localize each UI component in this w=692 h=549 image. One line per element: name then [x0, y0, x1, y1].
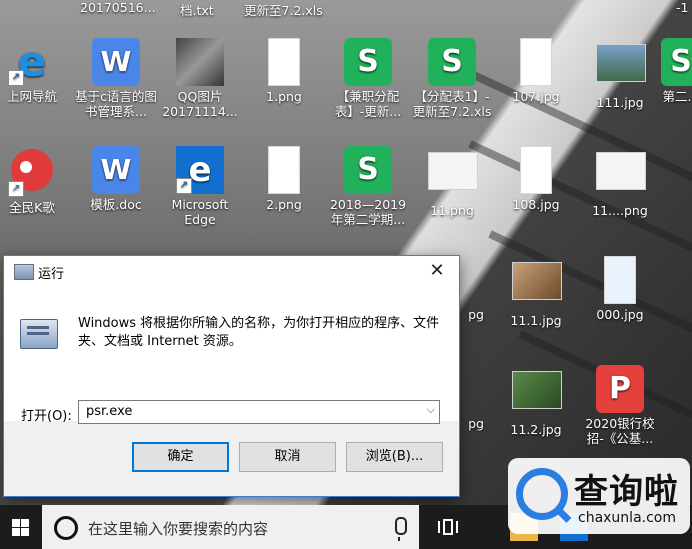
png-thumb-icon [596, 152, 646, 200]
dialog-title: 运行 [38, 267, 65, 282]
watermark-en-text: chaxunla.com [578, 510, 676, 526]
desktop-icon-sheet[interactable]: S 【分配表1】-更新至7.2.xls [409, 38, 495, 119]
search-placeholder: 在这里输入你要搜索的内容 [88, 520, 269, 538]
shortcut-arrow-icon: ↗ [8, 181, 24, 197]
wps-writer-icon: W [92, 38, 140, 86]
desktop-icon-label: 1.png [266, 89, 302, 104]
desktop-icon-ie[interactable]: e ↗ 上网导航 [0, 38, 75, 105]
magnifier-icon [516, 468, 568, 520]
ok-button[interactable]: 确定 [132, 442, 229, 472]
start-button[interactable] [0, 505, 42, 549]
dialog-body: Windows 将根据你所输入的名称，为你打开相应的程序、文件夹、文档或 Int… [4, 286, 459, 424]
dialog-description: Windows 将根据你所输入的名称，为你打开相应的程序、文件夹、文档或 Int… [78, 316, 440, 349]
desktop-icon-label: 11....png [592, 203, 648, 218]
desktop-icon-label: 2018—2019年第二学期... [329, 197, 407, 227]
desktop-icon-png[interactable]: 2.png [241, 146, 327, 212]
wps-sheet-icon: S [661, 38, 692, 86]
wps-sheet-icon: S [344, 38, 392, 86]
cancel-button[interactable]: 取消 [239, 442, 336, 472]
wps-sheet-icon: S [428, 38, 476, 86]
jpg-thumb-icon [596, 256, 644, 304]
edge-icon: e ↗ [176, 146, 224, 194]
desktop-icon-label: 11.2.jpg [510, 422, 562, 437]
desktop-icon-ppt[interactable]: P 2020银行校招-《公基... [577, 365, 663, 446]
wps-sheet-icon: S [344, 146, 392, 194]
shortcut-arrow-icon: ↗ [176, 178, 192, 194]
desktop-icon-sheet[interactable]: S 第二... [651, 38, 692, 104]
desktop-icon-label: 2.png [266, 197, 302, 212]
desktop-icon-png[interactable]: 1.png [241, 38, 327, 104]
desktop-icon-label: 11.1.jpg [510, 313, 562, 328]
desktop-icon-label: 000.jpg [596, 307, 644, 322]
desktop-icon-doc[interactable]: W 模板.doc [73, 146, 159, 212]
desktop-icon-label: 模板.doc [90, 197, 142, 212]
dialog-titlebar[interactable]: 运行 ✕ [4, 256, 459, 286]
desktop-icon-jpg[interactable]: 11.1.jpg [493, 256, 579, 328]
open-label: 打开(O): [21, 409, 72, 424]
png-thumb-icon [260, 146, 308, 194]
desktop-icon-label: 更新至7.2.xls [244, 3, 323, 18]
desktop-icon-sheet[interactable]: S 2018—2019年第二学期... [325, 146, 411, 227]
desktop-icon-label: 20170516... [80, 0, 156, 15]
desktop-icon-doc[interactable]: W 基于c语言的图书管理系... [73, 38, 159, 119]
taskbar-search-box[interactable]: 在这里输入你要搜索的内容 [42, 505, 419, 549]
desktop-icon-label: 第二... [662, 89, 692, 104]
chevron-down-icon[interactable]: ⌵ [427, 403, 435, 417]
desktop-icon-label: -1 [676, 0, 689, 15]
desktop-icon-jpg[interactable]: 000.jpg [577, 256, 663, 322]
microphone-icon[interactable] [395, 517, 407, 541]
desktop-icon-jpg[interactable]: 11.2.jpg [493, 365, 579, 437]
open-input-value[interactable]: psr.exe [86, 404, 132, 419]
run-icon [14, 264, 34, 280]
desktop-icon-jpg[interactable]: 108.jpg [493, 146, 579, 212]
ie-icon: e ↗ [8, 38, 56, 86]
desktop-icon-png[interactable]: 11.png [409, 146, 495, 218]
watermark-cn-text: 查询啦 [574, 472, 679, 512]
desktop-icon-sheet[interactable]: S 【兼职分配表】-更新... [325, 38, 411, 119]
desktop-icon-label: 【分配表1】-更新至7.2.xls [412, 89, 492, 119]
jpg-thumb-icon [512, 262, 562, 310]
task-view-icon[interactable] [438, 519, 460, 535]
desktop-icon-label: QQ图片20171114... [162, 89, 238, 119]
wps-ppt-icon: P [596, 365, 644, 413]
desktop-icon-label: 2020银行校招-《公基... [585, 416, 655, 446]
desktop-icon-karaoke[interactable]: ↗ 全民K歌 [0, 146, 75, 215]
watermark-logo: 查询啦 chaxunla.com [508, 458, 690, 534]
photo-icon [176, 38, 224, 86]
browse-button[interactable]: 浏览(B)... [346, 442, 443, 472]
jpg-thumb-icon [512, 38, 560, 86]
close-button[interactable]: ✕ [415, 256, 459, 286]
run-dialog: 运行 ✕ Windows 将根据你所输入的名称，为你打开相应的程序、文件夹、文档… [3, 255, 460, 497]
desktop-icon-label: 档.txt [180, 3, 214, 18]
jpg-thumb-icon [512, 146, 560, 194]
open-combobox[interactable]: psr.exe ⌵ [78, 400, 440, 424]
desktop-icon-photo[interactable]: QQ图片20171114... [157, 38, 243, 119]
desktop-icon-label: 108.jpg [512, 197, 560, 212]
run-icon [20, 319, 58, 349]
wps-writer-icon: W [92, 146, 140, 194]
desktop-icon-label: 【兼职分配表】-更新... [334, 89, 402, 119]
jpg-thumb-icon [512, 371, 562, 419]
desktop-icon-jpg[interactable]: 107.jpg [493, 38, 579, 104]
cortana-icon [54, 516, 78, 540]
png-thumb-icon [260, 38, 308, 86]
jpg-thumb-icon [596, 44, 646, 92]
desktop-icon-label: 107.jpg [512, 89, 560, 104]
desktop-icon-label: 全民K歌 [9, 200, 55, 215]
desktop-icon-png[interactable]: 11....png [577, 146, 663, 218]
png-thumb-icon [428, 152, 478, 200]
windows-logo-icon [12, 519, 29, 536]
shortcut-arrow-icon: ↗ [8, 70, 24, 86]
desktop-icon-label: 上网导航 [6, 89, 57, 104]
desktop-icon-label: Microsoft Edge [171, 197, 229, 227]
parrot-icon: ↗ [8, 149, 56, 197]
desktop-icon-label: 基于c语言的图书管理系... [75, 89, 157, 119]
desktop-icon-label: 11.png [430, 203, 474, 218]
desktop-icon-edge[interactable]: e ↗ Microsoft Edge [157, 146, 243, 227]
